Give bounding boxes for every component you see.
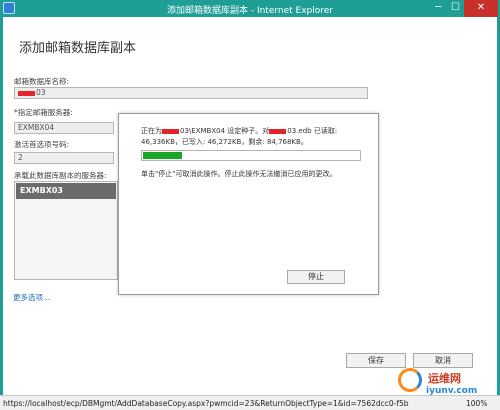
progress-text-part3: 03.edb 已读取: [287,127,338,135]
progress-text-part2: 03\EXMBX04 设定种子。对 [180,127,270,135]
title-bar: 添加邮箱数据库副本 - Internet Explorer ─ ☐ ✕ [0,0,500,17]
progress-bar [141,150,361,161]
close-button[interactable]: ✕ [464,0,498,17]
cancel-button[interactable]: 取消 [413,353,473,368]
stop-note: 单击"停止"可取消此操作。停止此操作无法撤消已应用的更改。 [141,170,337,178]
db-name-value: 03 [36,88,46,97]
preference-field[interactable]: 2 [14,152,114,164]
server-field[interactable]: EXMBX04 [14,122,114,134]
window-title: 添加邮箱数据库副本 - Internet Explorer [166,6,334,16]
db-name-field[interactable]: 03 [14,87,368,99]
list-item[interactable]: EXMBX03 [16,183,116,199]
redaction-mark [18,90,35,96]
status-url: https://localhost/ecp/DBMgmt/AddDatabase… [3,399,409,408]
zoom-level[interactable]: 100% [466,399,487,408]
more-options-link[interactable]: 更多选项... [13,292,50,303]
stop-button[interactable]: 停止 [287,270,345,284]
maximize-button[interactable]: ☐ [447,0,464,17]
minimize-button[interactable]: ─ [430,0,447,17]
window-frame-left [0,17,3,395]
save-button[interactable]: 保存 [346,353,406,368]
servers-list[interactable]: EXMBX03 [14,181,118,280]
progress-text-part1: 正在为 [141,127,162,135]
page-title: 添加邮箱数据库副本 [19,41,137,56]
server-label: *指定邮箱服务器: [14,108,73,117]
watermark-logo-icon [398,368,422,392]
progress-dialog: 正在为 03\EXMBX04 设定种子。对 03.edb 已读取: 46,336KB… [118,113,379,295]
progress-bar-fill [143,152,182,159]
redaction-mark [269,128,287,134]
redaction-mark [162,128,179,134]
db-name-label: 邮箱数据库名称: [14,77,70,86]
progress-text-line1: 正在为 03\EXMBX04 设定种子。对 03.edb 已读取: [141,126,337,136]
watermark-text-cn: 运维网 [428,372,461,385]
servers-list-label: 承载此数据库副本的服务器: [14,171,107,180]
progress-text-line2: 46,336KB，已写入: 46,272KB，剩余: 84,768KB。 [141,138,308,146]
status-bar: https://localhost/ecp/DBMgmt/AddDatabase… [0,395,500,410]
preference-label: 激活首选项号码: [14,140,70,149]
watermark-text-en: iyunv.com [426,386,478,396]
